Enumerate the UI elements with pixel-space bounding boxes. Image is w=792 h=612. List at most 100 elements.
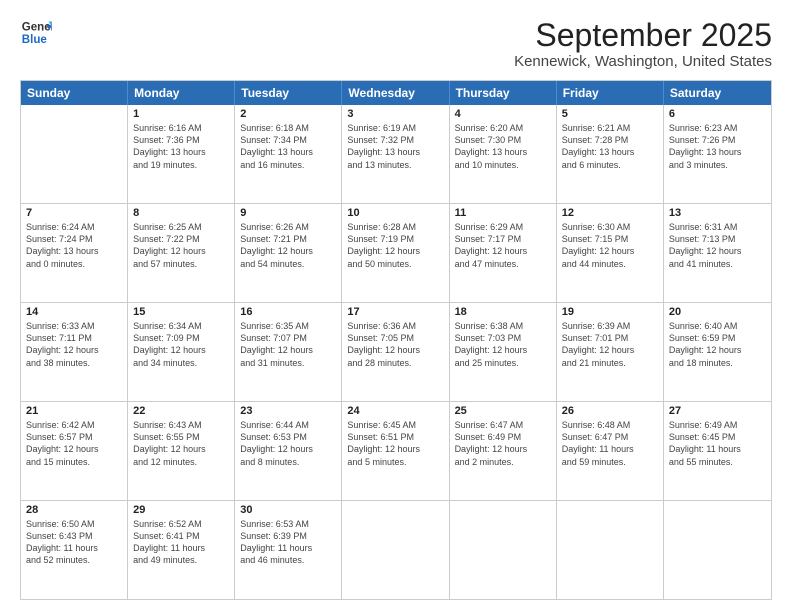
day-number: 15 — [133, 306, 229, 318]
day-cell-5: 5Sunrise: 6:21 AMSunset: 7:28 PMDaylight… — [557, 105, 664, 203]
day-number: 7 — [26, 207, 122, 219]
cell-info-text: Sunrise: 6:50 AM — [26, 518, 122, 530]
cell-info-text: Daylight: 11 hours — [133, 542, 229, 554]
cell-info-text: Sunrise: 6:23 AM — [669, 122, 766, 134]
cell-info-text: and 15 minutes. — [26, 456, 122, 468]
empty-cell-4-3 — [342, 501, 449, 599]
svg-text:General: General — [22, 21, 52, 33]
cell-info-text: Sunrise: 6:36 AM — [347, 320, 443, 332]
cell-info-text: and 28 minutes. — [347, 357, 443, 369]
cell-info-text: Daylight: 12 hours — [669, 245, 766, 257]
cell-info-text: Sunset: 7:36 PM — [133, 134, 229, 146]
day-cell-13: 13 Sunrise: 6:31 AMSunset: 7:13 PMDayligh… — [664, 204, 771, 302]
cell-info-text: Sunset: 7:15 PM — [562, 233, 658, 245]
logo: General Blue — [20, 18, 52, 50]
cell-info-text: Daylight: 13 hours — [26, 245, 122, 257]
day-cell-23: 23Sunrise: 6:44 AMSunset: 6:53 PMDayligh… — [235, 402, 342, 500]
day-number: 17 — [347, 306, 443, 318]
day-cell-2: 2Sunrise: 6:18 AMSunset: 7:34 PMDaylight… — [235, 105, 342, 203]
cell-info-text: Sunrise: 6:49 AM — [669, 419, 766, 431]
cell-info-text: Sunrise: 6:43 AM — [133, 419, 229, 431]
cell-info-text: Sunset: 7:03 PM — [455, 332, 551, 344]
day-number: 18 — [455, 306, 551, 318]
cell-info-text: Sunrise: 6:18 AM — [240, 122, 336, 134]
cell-info-text: Sunset: 7:05 PM — [347, 332, 443, 344]
day-number: 27 — [669, 405, 766, 417]
cell-info-text: Sunset: 7:13 PM — [669, 233, 766, 245]
cell-info-text: and 44 minutes. — [562, 258, 658, 270]
calendar-row-4: 21Sunrise: 6:42 AMSunset: 6:57 PMDayligh… — [21, 401, 771, 500]
day-cell-4: 4Sunrise: 6:20 AMSunset: 7:30 PMDaylight… — [450, 105, 557, 203]
cell-info-text: Daylight: 12 hours — [562, 344, 658, 356]
cell-info-text: and 55 minutes. — [669, 456, 766, 468]
day-cell-7: 7Sunrise: 6:24 AMSunset: 7:24 PMDaylight… — [21, 204, 128, 302]
cell-info-text: Sunrise: 6:40 AM — [669, 320, 766, 332]
cell-info-text: and 41 minutes. — [669, 258, 766, 270]
cell-info-text: Sunrise: 6:30 AM — [562, 221, 658, 233]
cell-info-text: and 31 minutes. — [240, 357, 336, 369]
weekday-header-saturday: Saturday — [664, 81, 771, 105]
day-number: 29 — [133, 504, 229, 516]
cell-info-text: Sunset: 6:45 PM — [669, 431, 766, 443]
cell-info-text: Sunset: 6:53 PM — [240, 431, 336, 443]
weekday-header-sunday: Sunday — [21, 81, 128, 105]
title-block: September 2025 Kennewick, Washington, Un… — [514, 18, 772, 70]
day-cell-1: 1Sunrise: 6:16 AMSunset: 7:36 PMDaylight… — [128, 105, 235, 203]
cell-info-text: Sunrise: 6:39 AM — [562, 320, 658, 332]
cell-info-text: Sunset: 7:26 PM — [669, 134, 766, 146]
cell-info-text: and 8 minutes. — [240, 456, 336, 468]
cell-info-text: Daylight: 11 hours — [669, 443, 766, 455]
calendar-row-2: 7Sunrise: 6:24 AMSunset: 7:24 PMDaylight… — [21, 203, 771, 302]
cell-info-text: and 19 minutes. — [133, 159, 229, 171]
day-cell-11: 11Sunrise: 6:29 AMSunset: 7:17 PMDayligh… — [450, 204, 557, 302]
cell-info-text: Sunrise: 6:34 AM — [133, 320, 229, 332]
cell-info-text: Sunrise: 6:33 AM — [26, 320, 122, 332]
cell-info-text: Sunrise: 6:31 AM — [669, 221, 766, 233]
day-number: 2 — [240, 108, 336, 120]
day-number: 28 — [26, 504, 122, 516]
calendar-header: SundayMondayTuesdayWednesdayThursdayFrid… — [21, 81, 771, 105]
cell-info-text: Daylight: 12 hours — [455, 344, 551, 356]
cell-info-text: and 49 minutes. — [133, 554, 229, 566]
day-cell-6: 6Sunrise: 6:23 AMSunset: 7:26 PMDaylight… — [664, 105, 771, 203]
cell-info-text: and 2 minutes. — [455, 456, 551, 468]
day-number: 25 — [455, 405, 551, 417]
cell-info-text: Sunset: 7:22 PM — [133, 233, 229, 245]
cell-info-text: Daylight: 12 hours — [133, 443, 229, 455]
logo-icon: General Blue — [20, 18, 52, 50]
day-cell-20: 20Sunrise: 6:40 AMSunset: 6:59 PMDayligh… — [664, 303, 771, 401]
cell-info-text: Sunrise: 6:24 AM — [26, 221, 122, 233]
day-cell-15: 15Sunrise: 6:34 AMSunset: 7:09 PMDayligh… — [128, 303, 235, 401]
day-cell-12: 12Sunrise: 6:30 AMSunset: 7:15 PMDayligh… — [557, 204, 664, 302]
cell-info-text: Sunrise: 6:21 AM — [562, 122, 658, 134]
day-number: 11 — [455, 207, 551, 219]
day-number: 13 — [669, 207, 766, 219]
day-number: 20 — [669, 306, 766, 318]
day-number: 14 — [26, 306, 122, 318]
cell-info-text: Sunset: 6:57 PM — [26, 431, 122, 443]
weekday-header-monday: Monday — [128, 81, 235, 105]
cell-info-text: and 57 minutes. — [133, 258, 229, 270]
day-cell-21: 21Sunrise: 6:42 AMSunset: 6:57 PMDayligh… — [21, 402, 128, 500]
day-cell-16: 16Sunrise: 6:35 AMSunset: 7:07 PMDayligh… — [235, 303, 342, 401]
cell-info-text: and 46 minutes. — [240, 554, 336, 566]
svg-text:Blue: Blue — [22, 34, 48, 46]
day-cell-18: 18Sunrise: 6:38 AMSunset: 7:03 PMDayligh… — [450, 303, 557, 401]
cell-info-text: and 54 minutes. — [240, 258, 336, 270]
cell-info-text: Sunset: 7:07 PM — [240, 332, 336, 344]
weekday-header-tuesday: Tuesday — [235, 81, 342, 105]
day-number: 19 — [562, 306, 658, 318]
cell-info-text: Sunset: 6:49 PM — [455, 431, 551, 443]
day-number: 12 — [562, 207, 658, 219]
cell-info-text: Sunset: 7:32 PM — [347, 134, 443, 146]
day-number: 22 — [133, 405, 229, 417]
cell-info-text: Sunset: 6:47 PM — [562, 431, 658, 443]
cell-info-text: Daylight: 12 hours — [26, 344, 122, 356]
day-number: 30 — [240, 504, 336, 516]
empty-cell-4-6 — [664, 501, 771, 599]
calendar-body: 1Sunrise: 6:16 AMSunset: 7:36 PMDaylight… — [21, 105, 771, 599]
cell-info-text: Sunset: 7:17 PM — [455, 233, 551, 245]
day-cell-29: 29Sunrise: 6:52 AMSunset: 6:41 PMDayligh… — [128, 501, 235, 599]
cell-info-text: Daylight: 12 hours — [347, 443, 443, 455]
cell-info-text: Sunset: 6:43 PM — [26, 530, 122, 542]
